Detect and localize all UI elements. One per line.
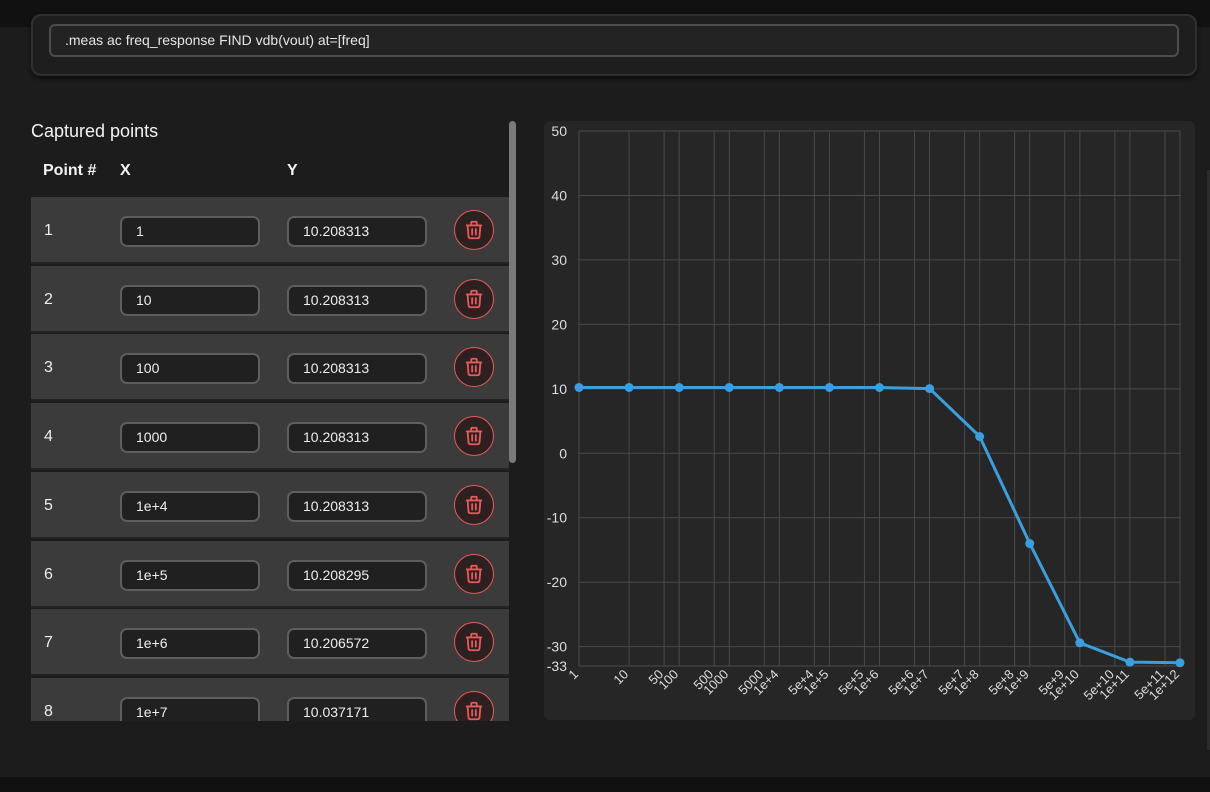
delete-point-button[interactable] (454, 416, 494, 456)
point-number: 6 (44, 566, 53, 583)
data-point (875, 382, 884, 392)
table-row: 1 1 10.208313 (31, 197, 509, 264)
scrollbar-thumb[interactable] (509, 121, 516, 463)
measurement-command-input[interactable]: .meas ac freq_response FIND vdb(vout) at… (49, 24, 1179, 57)
measurement-card: .meas ac freq_response FIND vdb(vout) at… (31, 14, 1197, 76)
table-row: 4 1000 10.208313 (31, 403, 509, 470)
data-point (574, 382, 584, 392)
points-scrollbar[interactable] (508, 121, 517, 721)
point-number: 5 (44, 497, 53, 514)
y-value-input[interactable]: 10.206572 (287, 628, 427, 659)
x-tick-label: 10 (610, 667, 631, 688)
column-header-x: X (120, 162, 131, 179)
data-point (975, 432, 985, 442)
trash-icon (465, 426, 483, 446)
table-row: 8 1e+7 10.037171 (31, 678, 509, 721)
y-tick-label: -30 (547, 639, 567, 655)
x-value-input[interactable]: 1 (120, 216, 260, 247)
y-value-input[interactable]: 10.208313 (287, 422, 427, 453)
trash-icon (465, 357, 483, 377)
trash-icon (465, 220, 483, 240)
captured-points-title: Captured points (31, 121, 159, 141)
data-point (1125, 657, 1135, 667)
x-value-input[interactable]: 1000 (120, 422, 260, 453)
data-point (624, 382, 634, 392)
point-number: 8 (44, 703, 53, 720)
y-value-input[interactable]: 10.208295 (287, 560, 427, 591)
table-row: 7 1e+6 10.206572 (31, 609, 509, 676)
trash-icon (465, 564, 483, 584)
y-tick-label: 40 (551, 187, 567, 203)
trash-icon (465, 495, 483, 515)
table-row: 6 1e+5 10.208295 (31, 541, 509, 608)
trash-icon (465, 632, 483, 652)
x-value-input[interactable]: 1e+7 (120, 697, 260, 721)
data-point (824, 382, 834, 392)
y-value-input[interactable]: 10.208313 (287, 216, 427, 247)
points-table[interactable]: 1 1 10.208313 2 10 10.208313 3 100 10.20… (31, 197, 509, 721)
y-value-input[interactable]: 10.208313 (287, 285, 427, 316)
x-value-input[interactable]: 1e+4 (120, 491, 260, 522)
y-value-input[interactable]: 10.208313 (287, 491, 427, 522)
data-point (774, 382, 784, 392)
table-row: 5 1e+4 10.208313 (31, 472, 509, 539)
y-tick-label: -20 (547, 574, 567, 590)
y-tick-label: 0 (559, 445, 567, 461)
points-table-header: Point # X Y (31, 162, 509, 184)
x-value-input[interactable]: 100 (120, 353, 260, 384)
data-point (1075, 638, 1085, 648)
column-header-point: Point # (43, 162, 97, 179)
data-point (925, 384, 935, 394)
point-number: 2 (44, 291, 53, 308)
delete-point-button[interactable] (454, 691, 494, 721)
delete-point-button[interactable] (454, 279, 494, 319)
x-value-input[interactable]: 1e+5 (120, 560, 260, 591)
data-point (1025, 539, 1035, 549)
table-row: 2 10 10.208313 (31, 266, 509, 333)
delete-point-button[interactable] (454, 210, 494, 250)
delete-point-button[interactable] (454, 485, 494, 525)
y-tick-label: 50 (551, 123, 567, 139)
bottom-bar (0, 777, 1210, 792)
y-tick-label: 10 (551, 381, 567, 397)
y-tick-label: 30 (551, 252, 567, 268)
point-number: 1 (44, 222, 53, 239)
table-row: 3 100 10.208313 (31, 334, 509, 401)
trash-icon (465, 289, 483, 309)
frequency-response-chart: 50 40 30 20 10 0 -10 -20 -30 -33 1 10 50 100 500 1000 50… (544, 121, 1195, 720)
y-tick-label: 20 (551, 316, 567, 332)
x-value-input[interactable]: 1e+6 (120, 628, 260, 659)
delete-point-button[interactable] (454, 347, 494, 387)
chart-canvas: 50403020100-10-20-30-331 10 50100 5001000 50… (547, 123, 1185, 703)
delete-point-button[interactable] (454, 554, 494, 594)
x-value-input[interactable]: 10 (120, 285, 260, 316)
column-header-y: Y (287, 162, 298, 179)
data-point (1175, 658, 1185, 668)
point-number: 3 (44, 359, 53, 376)
data-point (724, 382, 734, 392)
y-tick-label: -10 (547, 510, 567, 526)
y-value-input[interactable]: 10.208313 (287, 353, 427, 384)
y-value-input[interactable]: 10.037171 (287, 697, 427, 721)
point-number: 7 (44, 634, 53, 651)
x-tick-label: 1 (565, 667, 581, 683)
trash-icon (465, 701, 483, 721)
delete-point-button[interactable] (454, 622, 494, 662)
point-number: 4 (44, 428, 53, 445)
data-point (674, 382, 684, 392)
